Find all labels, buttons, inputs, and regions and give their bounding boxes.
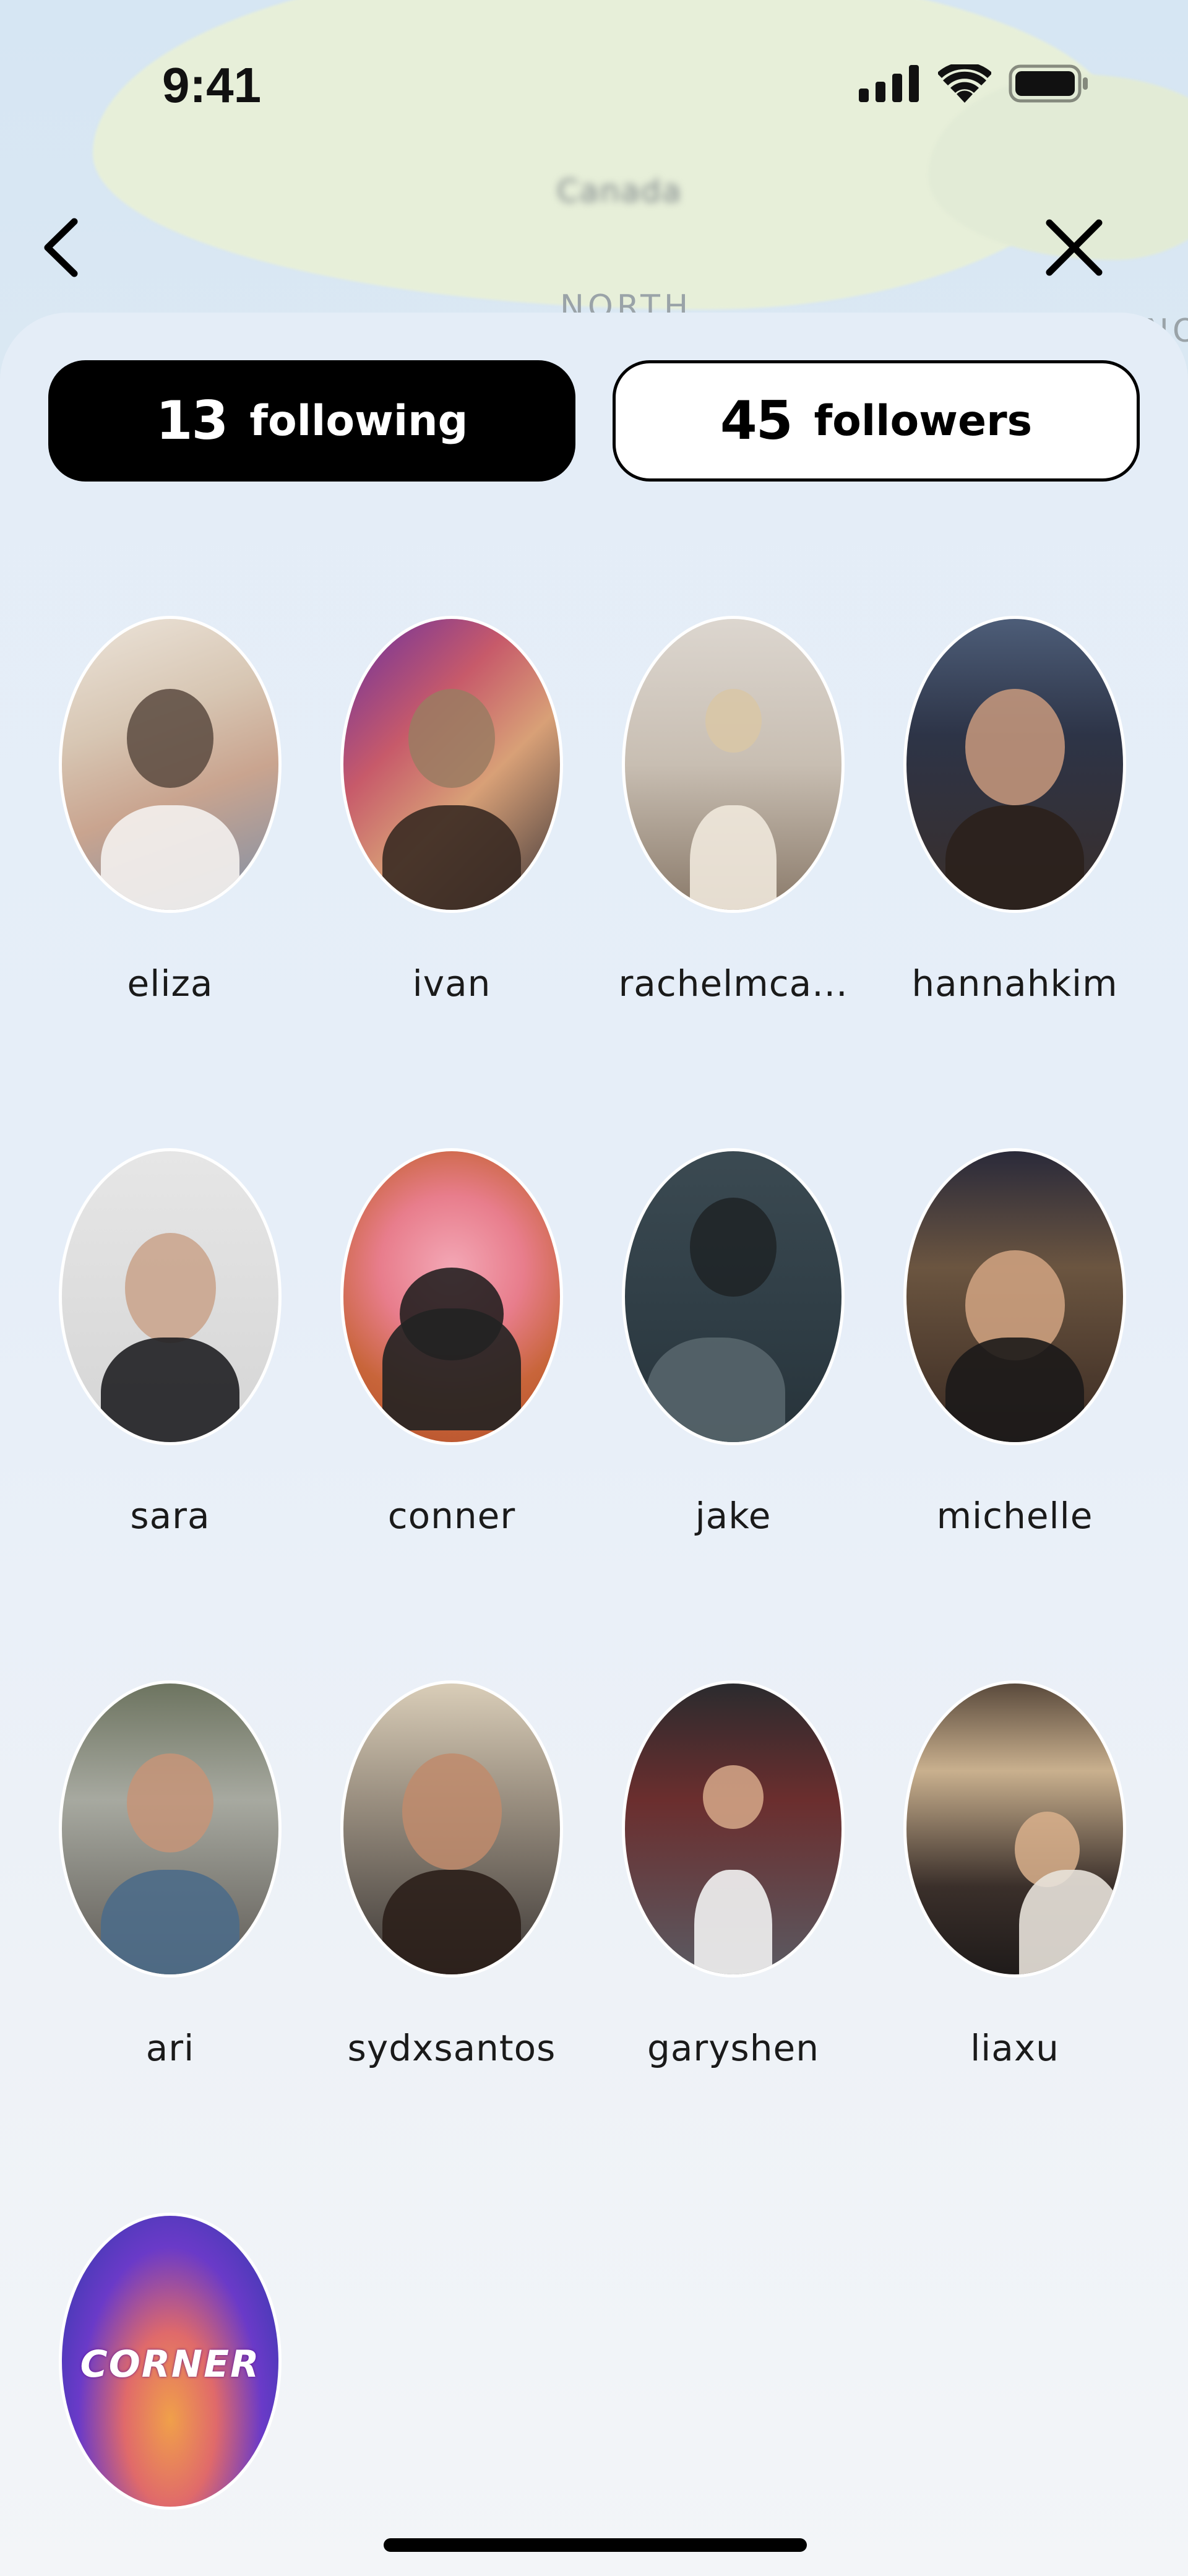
- username: ari: [145, 2027, 195, 2069]
- username: hannahkim: [911, 962, 1118, 1005]
- following-item-conner[interactable]: conner: [322, 1148, 582, 1537]
- avatar: [903, 1680, 1126, 1977]
- avatar: [903, 616, 1126, 913]
- following-item-corner[interactable]: CORNER: [40, 2213, 300, 2559]
- avatar: CORNER: [59, 2213, 282, 2510]
- avatar: [59, 616, 282, 913]
- cellular-signal-icon: [859, 65, 919, 102]
- home-indicator[interactable]: [384, 2538, 807, 2552]
- following-item-rachelmca[interactable]: rachelmca...: [603, 616, 863, 1005]
- wifi-icon: [938, 64, 991, 103]
- following-item-jake[interactable]: jake: [603, 1148, 863, 1537]
- tab-following[interactable]: 13 following: [48, 360, 575, 482]
- following-item-eliza[interactable]: eliza: [40, 616, 300, 1005]
- avatar: [622, 1680, 845, 1977]
- username: garyshen: [647, 2027, 819, 2069]
- avatar: [622, 616, 845, 913]
- following-item-sydxsantos[interactable]: sydxsantos: [322, 1680, 582, 2069]
- following-item-sara[interactable]: sara: [40, 1148, 300, 1537]
- status-bar: 9:41: [0, 0, 1188, 173]
- avatar: [340, 1148, 563, 1445]
- avatar: [340, 1680, 563, 1977]
- map-label-country: Canada: [557, 173, 682, 209]
- followers-label: followers: [814, 396, 1033, 446]
- following-item-liaxu[interactable]: liaxu: [885, 1680, 1145, 2069]
- username: eliza: [127, 962, 213, 1005]
- following-count: 13: [155, 390, 229, 452]
- following-item-ari[interactable]: ari: [40, 1680, 300, 2069]
- avatar: [59, 1680, 282, 1977]
- following-item-michelle[interactable]: michelle: [885, 1148, 1145, 1537]
- close-button[interactable]: [1037, 210, 1111, 285]
- following-label: following: [249, 396, 468, 446]
- avatar: [59, 1148, 282, 1445]
- back-button[interactable]: [25, 210, 99, 285]
- avatar: [903, 1148, 1126, 1445]
- following-item-ivan[interactable]: ivan: [322, 616, 582, 1005]
- username: sydxsantos: [347, 2027, 556, 2069]
- username: rachelmca...: [618, 962, 848, 1005]
- following-item-hannahkim[interactable]: hannahkim: [885, 616, 1145, 1005]
- following-item-garyshen[interactable]: garyshen: [603, 1680, 863, 2069]
- chevron-left-icon: [44, 218, 78, 277]
- avatar: [340, 616, 563, 913]
- username: liaxu: [970, 2027, 1059, 2069]
- username: ivan: [412, 962, 491, 1005]
- avatar-logo-text: CORNER: [80, 2343, 260, 2386]
- battery-icon: [1009, 64, 1088, 103]
- avatar: [622, 1148, 845, 1445]
- followers-count: 45: [720, 390, 793, 452]
- username: jake: [695, 1495, 772, 1537]
- username: conner: [387, 1495, 516, 1537]
- username: sara: [130, 1495, 210, 1537]
- tab-followers[interactable]: 45 followers: [613, 360, 1140, 482]
- close-icon: [1046, 219, 1103, 276]
- status-icons: [859, 64, 1089, 103]
- status-time: 9:41: [162, 58, 262, 113]
- username: michelle: [936, 1495, 1093, 1537]
